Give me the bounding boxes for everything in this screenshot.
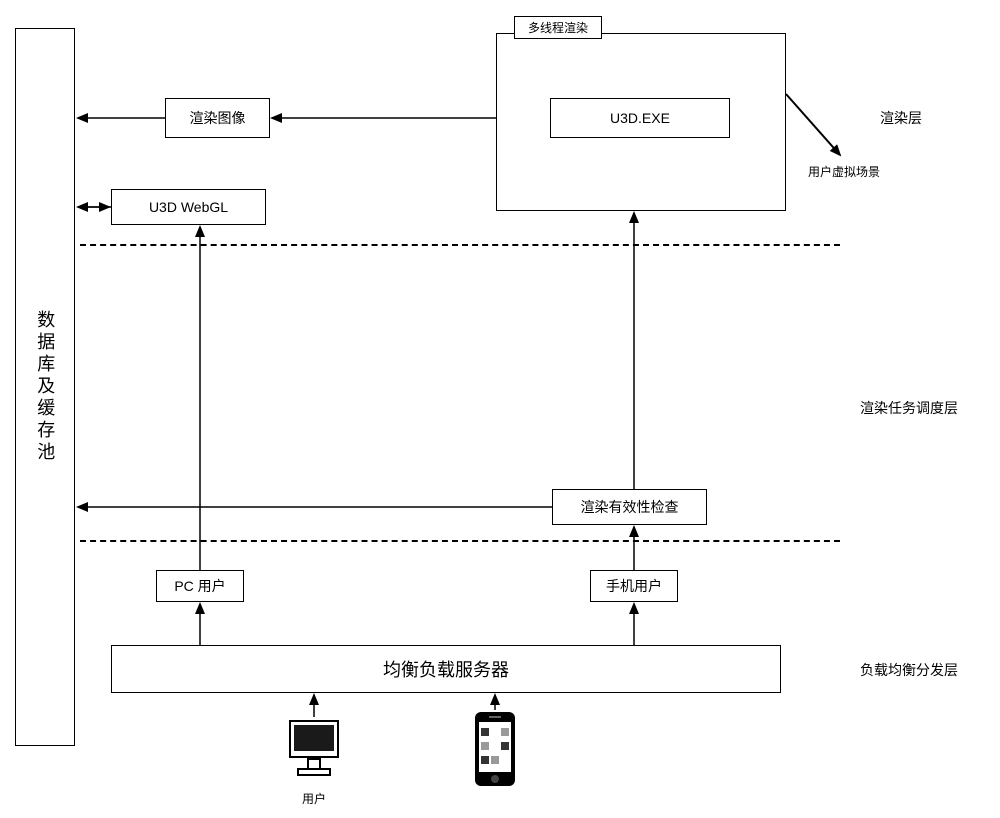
- user-virtual-scene-label: 用户虚拟场景: [808, 163, 880, 180]
- u3d-webgl-label: U3D WebGL: [149, 199, 228, 215]
- multithread-render-tab-label: 多线程渲染: [528, 19, 588, 36]
- database-cache-pool-label: 数据库及缓存池: [29, 310, 61, 464]
- mobile-user-label: 手机用户: [606, 576, 662, 596]
- render-validity-check-label: 渲染有效性检查: [581, 497, 679, 517]
- load-balance-server-label: 均衡负载服务器: [383, 656, 509, 682]
- dist-layer-label: 负载均衡分发层: [860, 660, 958, 680]
- pc-monitor-icon: [284, 717, 344, 785]
- dashed-separator-2: [80, 540, 840, 542]
- render-validity-check-box: 渲染有效性检查: [552, 489, 707, 525]
- multithread-render-tab: 多线程渲染: [514, 16, 602, 39]
- u3d-exe-label: U3D.EXE: [610, 110, 670, 126]
- u3d-webgl-box: U3D WebGL: [111, 189, 266, 225]
- u3d-exe-box: U3D.EXE: [550, 98, 730, 138]
- user-label: 用户: [302, 790, 326, 807]
- database-cache-pool-box: 数据库及缓存池: [15, 28, 75, 746]
- mobile-user-box: 手机用户: [590, 570, 678, 602]
- mobile-phone-icon: [473, 710, 517, 791]
- render-image-label: 渲染图像: [190, 108, 246, 128]
- load-balance-server-box: 均衡负载服务器: [111, 645, 781, 693]
- task-layer-label: 渲染任务调度层: [860, 398, 958, 418]
- render-layer-label: 渲染层: [880, 108, 922, 128]
- pc-user-box: PC 用户: [156, 570, 244, 602]
- pc-user-label: PC 用户: [174, 576, 225, 596]
- dashed-separator-1: [80, 244, 840, 246]
- render-image-box: 渲染图像: [165, 98, 270, 138]
